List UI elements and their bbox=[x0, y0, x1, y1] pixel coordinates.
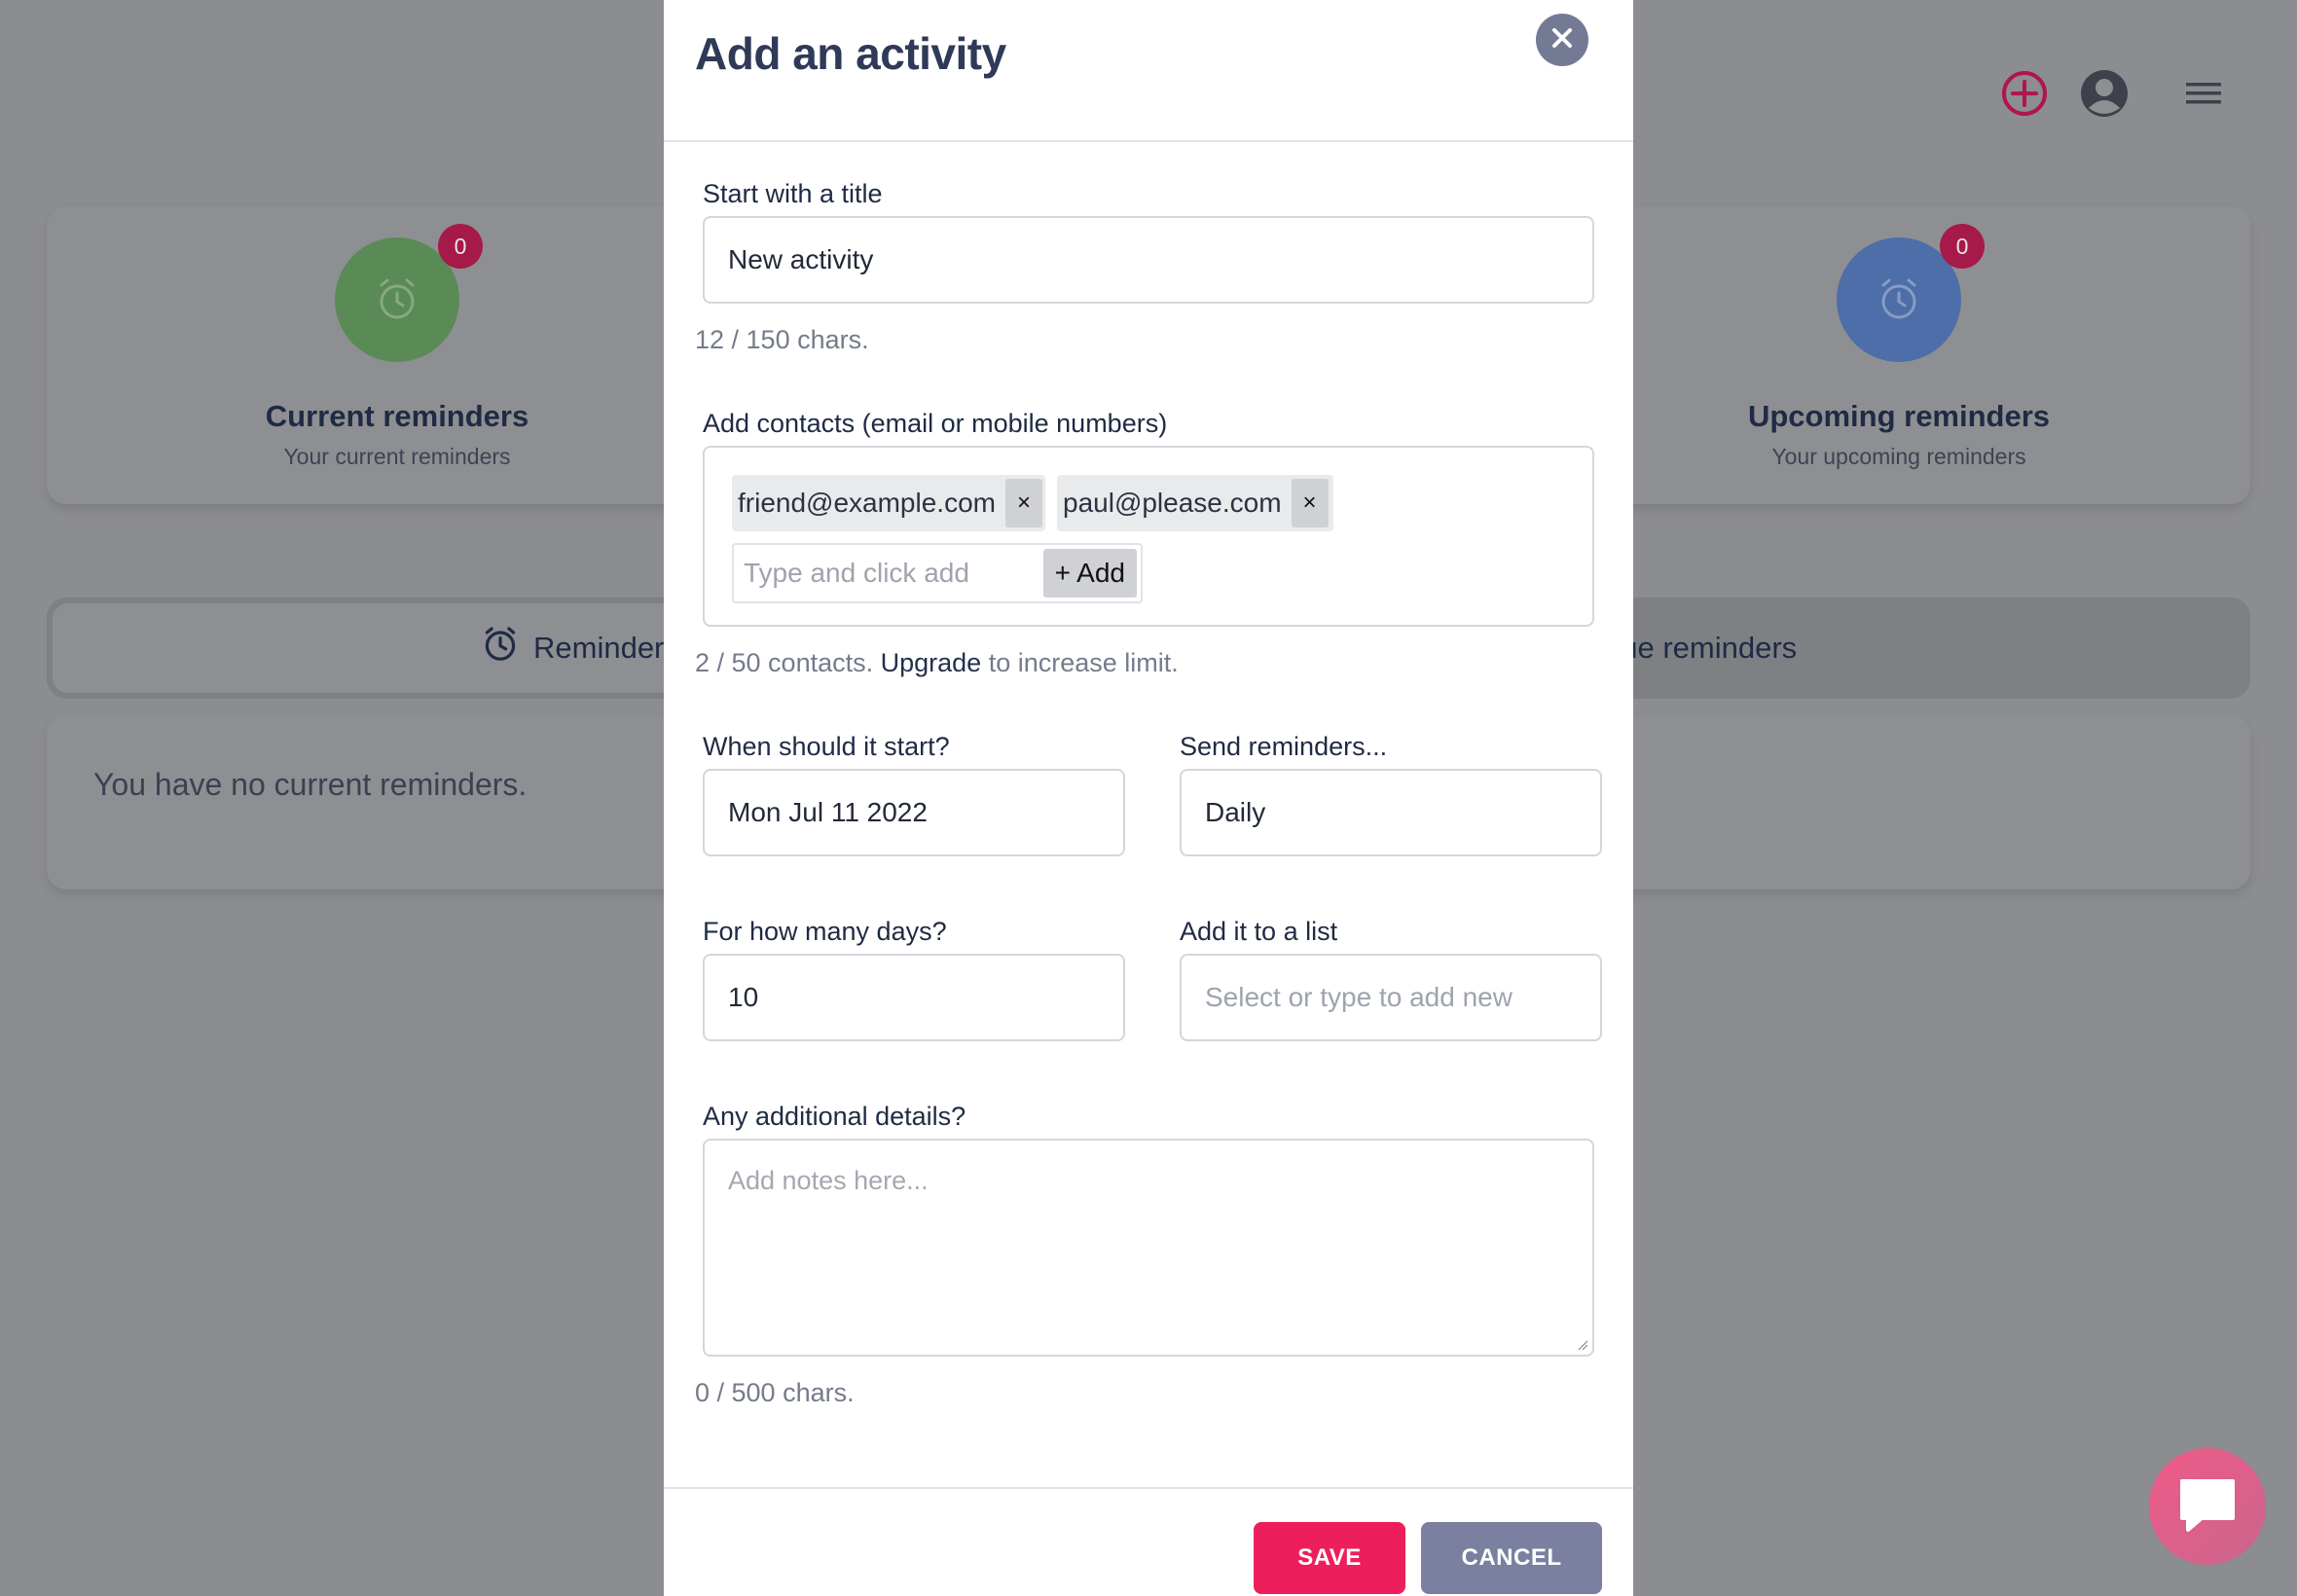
contacts-count: 2 / 50 contacts. bbox=[695, 648, 874, 677]
list-select[interactable]: Select or type to add new bbox=[1180, 954, 1602, 1041]
contact-chip: friend@example.com × bbox=[732, 475, 1045, 531]
details-label: Any additional details? bbox=[703, 1102, 966, 1131]
title-input[interactable]: New activity bbox=[703, 216, 1594, 304]
details-placeholder: Add notes here... bbox=[728, 1166, 929, 1195]
start-date-label: When should it start? bbox=[703, 732, 950, 761]
alarm-clock-icon bbox=[481, 625, 520, 671]
contact-chip: paul@please.com × bbox=[1057, 475, 1333, 531]
details-char-counter: 0 / 500 chars. bbox=[695, 1378, 855, 1407]
contact-entry: Type and click add + Add bbox=[732, 543, 1143, 603]
plus-circle-icon[interactable] bbox=[1999, 68, 2050, 119]
contacts-label: Add contacts (email or mobile numbers) bbox=[703, 409, 1168, 438]
add-contact-button[interactable]: + Add bbox=[1042, 549, 1137, 598]
days-label: For how many days? bbox=[703, 917, 947, 946]
tab-label: Reminders bbox=[533, 631, 679, 665]
close-icon bbox=[1550, 25, 1575, 55]
save-button[interactable]: SAVE bbox=[1254, 1522, 1405, 1594]
modal-title: Add an activity bbox=[695, 28, 1006, 79]
chat-bubble-icon bbox=[2176, 1475, 2239, 1539]
resize-handle-icon[interactable] bbox=[1577, 1339, 1588, 1351]
modal-header: Add an activity bbox=[664, 0, 1633, 142]
modal-footer: SAVE CANCEL bbox=[664, 1487, 1633, 1596]
remove-contact-button[interactable]: × bbox=[1004, 479, 1042, 527]
start-date-input[interactable]: Mon Jul 11 2022 bbox=[703, 769, 1125, 856]
close-button[interactable] bbox=[1536, 14, 1588, 66]
current-reminders-card[interactable]: 0 Current reminders Your current reminde… bbox=[47, 206, 747, 504]
title-label: Start with a title bbox=[703, 179, 883, 208]
contacts-field: friend@example.com × paul@please.com × T… bbox=[703, 446, 1594, 627]
days-input[interactable]: 10 bbox=[703, 954, 1125, 1041]
top-nav-icons bbox=[1999, 68, 2229, 119]
card-subtitle: Your upcoming reminders bbox=[1771, 444, 2026, 469]
hamburger-menu-icon[interactable] bbox=[2178, 68, 2229, 119]
empty-state-message: You have no current reminders. bbox=[93, 767, 528, 802]
chat-launcher[interactable] bbox=[2149, 1448, 2266, 1565]
frequency-select[interactable]: Daily bbox=[1180, 769, 1602, 856]
add-activity-modal: Add an activity Start with a title New a… bbox=[664, 0, 1633, 1596]
title-char-counter: 12 / 150 chars. bbox=[695, 325, 869, 354]
card-subtitle: Your current reminders bbox=[283, 444, 511, 469]
list-label: Add it to a list bbox=[1180, 917, 1338, 946]
remove-contact-button[interactable]: × bbox=[1291, 479, 1329, 527]
frequency-label: Send reminders... bbox=[1180, 732, 1388, 761]
contacts-counter: 2 / 50 contacts. Upgrade to increase lim… bbox=[695, 648, 1179, 678]
user-circle-icon[interactable] bbox=[2079, 68, 2130, 119]
upgrade-link[interactable]: Upgrade bbox=[881, 648, 982, 677]
card-title: Upcoming reminders bbox=[1747, 399, 2051, 433]
chip-label: paul@please.com bbox=[1063, 488, 1282, 518]
count-badge: 0 bbox=[438, 224, 483, 269]
chip-label: friend@example.com bbox=[738, 488, 996, 518]
card-title: Current reminders bbox=[265, 399, 529, 433]
upgrade-suffix: to increase limit. bbox=[988, 648, 1179, 677]
upcoming-reminders-card[interactable]: 0 Upcoming reminders Your upcoming remin… bbox=[1548, 206, 2250, 504]
contact-input[interactable]: Type and click add bbox=[734, 558, 1043, 589]
details-textarea[interactable]: Add notes here... bbox=[703, 1139, 1594, 1357]
count-badge: 0 bbox=[1940, 224, 1985, 269]
cancel-button[interactable]: CANCEL bbox=[1421, 1522, 1602, 1594]
